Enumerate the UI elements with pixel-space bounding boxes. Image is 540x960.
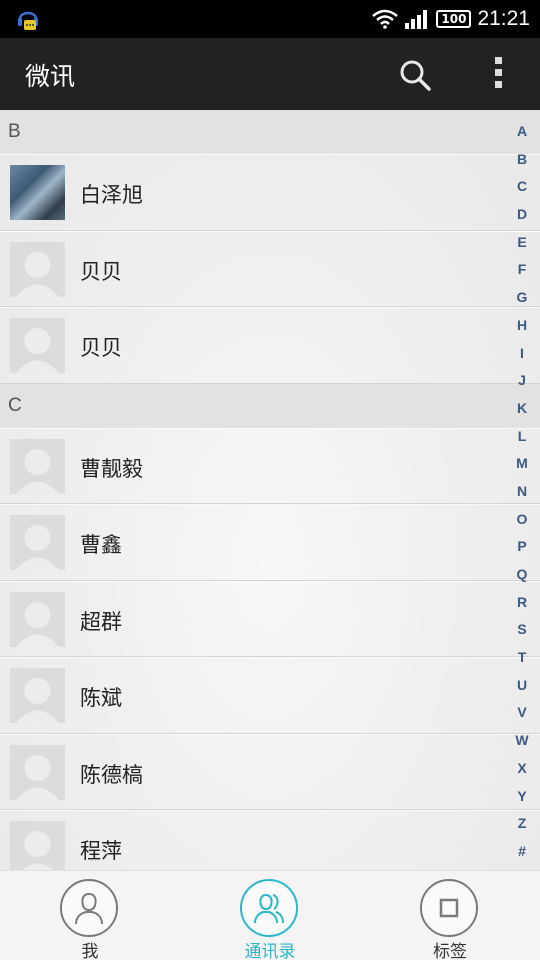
- index-letter[interactable]: A: [508, 118, 536, 146]
- index-letter[interactable]: G: [508, 284, 536, 312]
- index-letter[interactable]: I: [508, 340, 536, 368]
- section-header-b: B: [0, 110, 540, 154]
- qq-notification-icon: [18, 11, 38, 30]
- index-letter[interactable]: #: [508, 838, 536, 866]
- index-letter[interactable]: W: [508, 727, 536, 755]
- alphabet-index-bar[interactable]: A B C D E F G H I J K L M N O P Q R S T …: [508, 118, 536, 870]
- section-header-c: C: [0, 383, 540, 428]
- contact-row[interactable]: 陈德槁: [0, 733, 540, 810]
- avatar: [10, 821, 65, 870]
- index-letter[interactable]: H: [508, 312, 536, 340]
- default-avatar-icon: [22, 831, 53, 870]
- contact-name: 贝贝: [80, 259, 122, 284]
- default-avatar-icon: [16, 448, 59, 494]
- index-letter[interactable]: S: [508, 616, 536, 644]
- tag-square-icon: [439, 898, 459, 918]
- index-letter[interactable]: Q: [508, 561, 536, 589]
- avatar: [10, 318, 65, 373]
- index-letter[interactable]: B: [508, 146, 536, 174]
- default-avatar-icon: [16, 525, 59, 570]
- contact-name: 曹靓毅: [80, 456, 143, 481]
- battery-indicator: 100: [436, 10, 472, 28]
- avatar: [10, 165, 65, 220]
- index-letter[interactable]: V: [508, 699, 536, 727]
- contact-row[interactable]: 超群: [0, 580, 540, 657]
- contact-name: 陈斌: [80, 686, 122, 710]
- more-options-button[interactable]: [484, 54, 512, 94]
- index-letter[interactable]: N: [508, 478, 536, 506]
- avatar: [10, 515, 65, 570]
- contact-row[interactable]: 贝贝: [0, 230, 540, 307]
- index-letter[interactable]: K: [508, 395, 536, 423]
- status-bar: 100 21:21: [0, 0, 540, 38]
- nav-label: 通讯录: [244, 942, 296, 960]
- more-vert-icon: [484, 57, 512, 88]
- nav-label: 标签: [433, 942, 467, 960]
- app-title: 微讯: [25, 62, 76, 91]
- default-avatar-icon: [16, 328, 59, 373]
- person-icon: [75, 892, 103, 925]
- index-letter[interactable]: P: [508, 533, 536, 561]
- contact-name: 超群: [80, 609, 122, 634]
- nav-item-tags[interactable]: 标签: [390, 871, 510, 960]
- index-letter[interactable]: E: [508, 229, 536, 257]
- contact-row[interactable]: 贝贝: [0, 307, 540, 384]
- index-letter[interactable]: U: [508, 672, 536, 700]
- contact-name: 陈德槁: [80, 762, 143, 787]
- avatar: [10, 668, 65, 723]
- search-button[interactable]: [396, 56, 434, 94]
- nav-label: 我: [81, 942, 99, 960]
- contact-row[interactable]: 陈斌: [0, 657, 540, 734]
- contact-row[interactable]: 白泽旭: [0, 154, 540, 231]
- avatar: [10, 591, 65, 647]
- search-icon: [400, 60, 431, 91]
- index-letter[interactable]: T: [508, 644, 536, 672]
- contact-name: 贝贝: [80, 336, 122, 360]
- index-letter[interactable]: D: [508, 201, 536, 229]
- index-letter[interactable]: X: [508, 755, 536, 783]
- index-letter[interactable]: C: [508, 173, 536, 201]
- contact-row[interactable]: 曹靓毅: [0, 427, 540, 504]
- signal-icon: [405, 10, 428, 29]
- status-right: 100 21:21: [372, 0, 530, 38]
- default-avatar-icon: [16, 601, 59, 647]
- default-avatar-icon: [16, 754, 59, 800]
- index-letter[interactable]: Y: [508, 783, 536, 811]
- nav-icon-circle: [240, 879, 298, 937]
- index-letter[interactable]: J: [508, 367, 536, 395]
- contact-row[interactable]: 程萍: [0, 810, 540, 870]
- index-letter[interactable]: F: [508, 256, 536, 284]
- contact-list[interactable]: B 白泽旭 贝贝 贝贝 C 曹靓毅 曹鑫 超群 陈斌 陈德槁 程萍: [0, 110, 540, 870]
- avatar: [10, 744, 65, 800]
- nav-item-me[interactable]: 我: [30, 871, 150, 960]
- nav-icon-circle: [60, 879, 118, 937]
- avatar: [10, 241, 65, 297]
- contact-name: 白泽旭: [80, 183, 143, 207]
- nav-icon-circle: [420, 879, 478, 937]
- app-bar: 微讯: [0, 38, 540, 110]
- contact-name: 曹鑫: [80, 533, 122, 557]
- index-letter[interactable]: Z: [508, 810, 536, 838]
- default-avatar-icon: [16, 251, 59, 297]
- bottom-nav: 我 通讯录 标签: [0, 870, 540, 960]
- clock: 21:21: [477, 7, 530, 30]
- index-letter[interactable]: R: [508, 589, 536, 617]
- contacts-icon: [254, 893, 284, 924]
- nav-item-contacts[interactable]: 通讯录: [210, 871, 330, 960]
- contact-name: 程萍: [80, 839, 122, 863]
- avatar: [10, 438, 65, 494]
- index-letter[interactable]: O: [508, 506, 536, 534]
- index-letter[interactable]: L: [508, 423, 536, 451]
- wifi-icon: [372, 9, 399, 29]
- contact-row[interactable]: 曹鑫: [0, 504, 540, 581]
- default-avatar-icon: [16, 678, 59, 723]
- index-letter[interactable]: M: [508, 450, 536, 478]
